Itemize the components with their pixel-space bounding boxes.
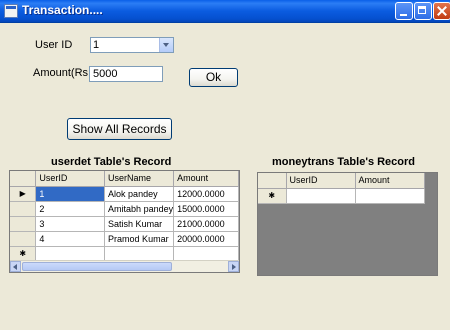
window-title: Transaction....	[22, 3, 103, 17]
amount-label: Amount(Rs.)	[33, 67, 95, 79]
amount-input[interactable]: 5000	[89, 66, 163, 82]
maximize-icon[interactable]	[414, 2, 432, 20]
row-header-corner	[258, 173, 287, 189]
table-cell[interactable]: 3	[35, 216, 106, 232]
amount-value: 5000	[93, 68, 118, 80]
row-header-corner	[10, 171, 37, 187]
row-header[interactable]	[10, 231, 37, 247]
table-cell[interactable]: 12000.0000	[173, 186, 239, 202]
table-cell[interactable]: 15000.0000	[173, 201, 239, 217]
table-row[interactable]: 2 Amitabh pandey 15000.0000	[10, 201, 239, 217]
column-header[interactable]: UserID	[35, 171, 106, 187]
new-row-asterisk-icon[interactable]: ✱	[258, 188, 287, 204]
table-cell[interactable]: 2	[35, 201, 106, 217]
scroll-right-icon[interactable]	[228, 261, 239, 272]
moneytrans-header-row: UserID Amount	[258, 173, 425, 189]
table-row[interactable]: ▶ 1 Alok pandey 12000.0000	[10, 186, 239, 202]
ok-button[interactable]: Ok	[189, 68, 238, 87]
table-row[interactable]: 3 Satish Kumar 21000.0000	[10, 216, 239, 232]
userdet-header-row: UserID UserName Amount	[10, 171, 239, 187]
current-row-arrow-icon[interactable]: ▶	[10, 186, 37, 202]
window-app-icon[interactable]	[4, 4, 18, 18]
table-cell[interactable]	[35, 246, 106, 262]
table-cell[interactable]	[286, 188, 356, 204]
table-cell[interactable]: Amitabh pandey	[104, 201, 175, 217]
title-bar[interactable]: Transaction....	[0, 0, 450, 23]
close-icon[interactable]	[433, 2, 450, 20]
table-cell[interactable]: Alok pandey	[104, 186, 175, 202]
userdet-grid-title: userdet Table's Record	[51, 156, 172, 168]
new-row[interactable]: ✱	[258, 188, 425, 204]
scroll-left-icon[interactable]	[10, 261, 21, 272]
chevron-down-icon[interactable]	[159, 38, 173, 52]
table-cell[interactable]	[355, 188, 425, 204]
userid-value: 1	[93, 39, 100, 51]
minimize-icon[interactable]	[395, 2, 413, 20]
userid-combobox[interactable]: 1	[90, 37, 174, 53]
horizontal-scrollbar[interactable]	[10, 260, 239, 272]
new-row-asterisk-icon[interactable]: ✱	[10, 246, 37, 262]
show-all-records-button[interactable]: Show All Records	[67, 118, 172, 140]
table-row[interactable]: 4 Pramod Kumar 20000.0000	[10, 231, 239, 247]
table-cell[interactable]	[104, 246, 175, 262]
userid-label: User ID	[35, 39, 73, 51]
moneytrans-grid-title: moneytrans Table's Record	[272, 156, 416, 168]
row-header[interactable]	[10, 216, 37, 232]
moneytrans-grid[interactable]: UserID Amount ✱	[257, 172, 438, 276]
table-cell[interactable]: Satish Kumar	[104, 216, 175, 232]
moneytrans-table: UserID Amount ✱	[258, 173, 425, 204]
table-cell[interactable]: 20000.0000	[173, 231, 239, 247]
table-cell[interactable]: 4	[35, 231, 106, 247]
table-cell[interactable]: Pramod Kumar	[104, 231, 175, 247]
column-header[interactable]: UserName	[104, 171, 175, 187]
row-header[interactable]	[10, 201, 37, 217]
table-cell[interactable]: 21000.0000	[173, 216, 239, 232]
table-cell[interactable]	[173, 246, 239, 262]
column-header[interactable]: UserID	[286, 173, 356, 189]
userdet-grid[interactable]: UserID UserName Amount ▶ 1 Alok pandey 1…	[9, 170, 240, 273]
table-cell[interactable]: 1	[35, 186, 106, 202]
new-row[interactable]: ✱	[10, 246, 239, 262]
userdet-table: UserID UserName Amount ▶ 1 Alok pandey 1…	[10, 171, 239, 262]
column-header[interactable]: Amount	[173, 171, 239, 187]
scrollbar-thumb[interactable]	[22, 262, 172, 271]
column-header[interactable]: Amount	[355, 173, 425, 189]
